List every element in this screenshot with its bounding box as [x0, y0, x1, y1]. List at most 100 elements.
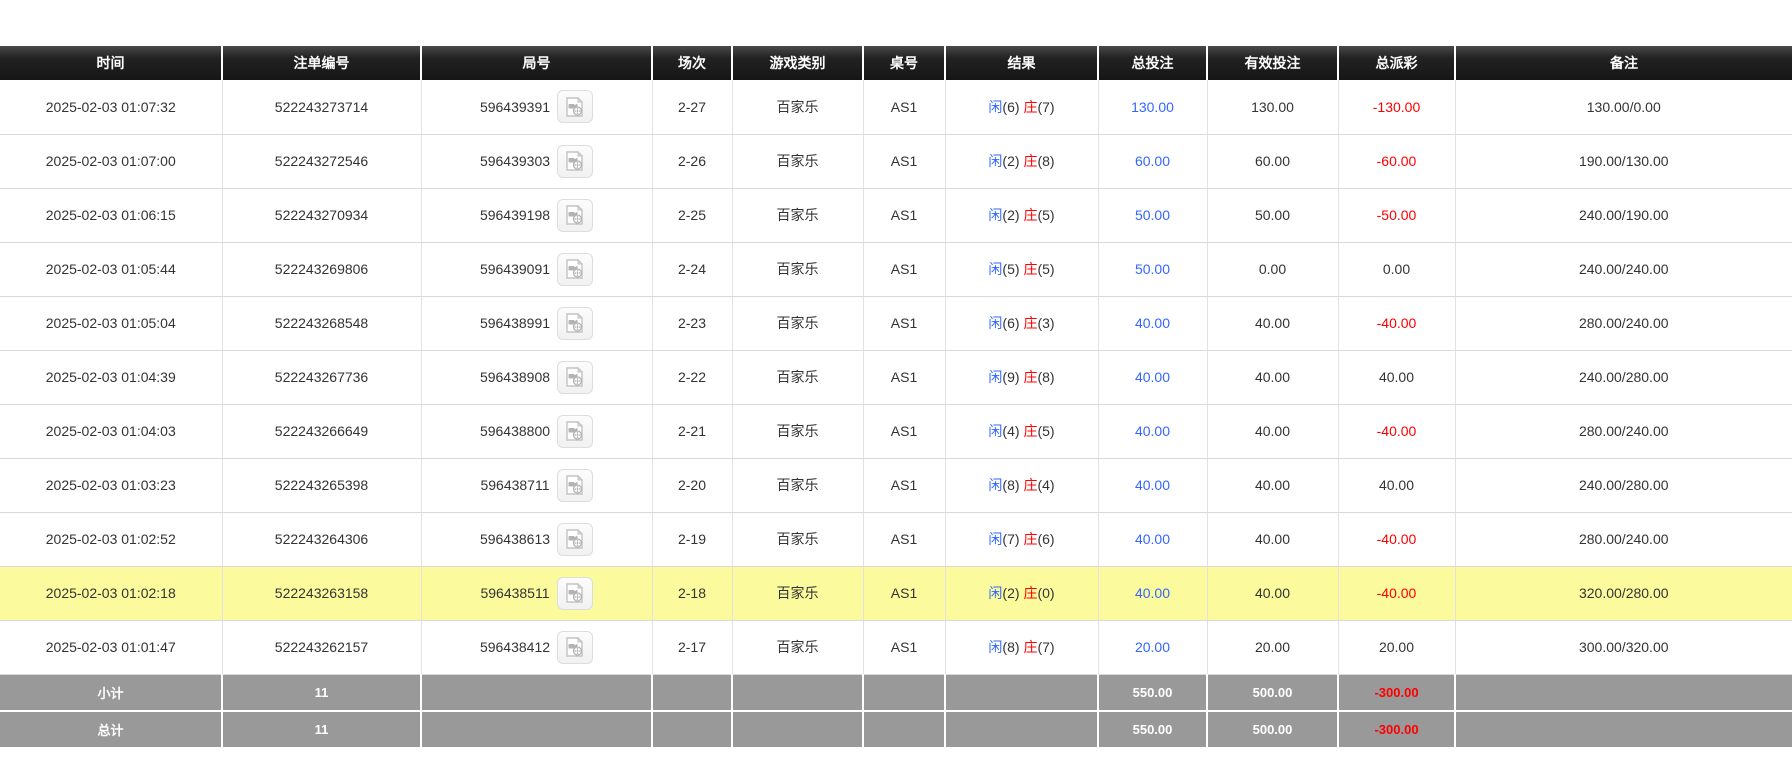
cell-time: 2025-02-03 01:03:23 [0, 458, 223, 513]
round-number: 596438511 [480, 585, 550, 601]
cell-valid-bet: 20.00 [1207, 620, 1339, 675]
table-row[interactable]: 2025-02-03 01:05:44 522243269806 596439091… [0, 242, 1792, 297]
cell-game-type: 百家乐 [732, 80, 864, 135]
total-bet-link[interactable]: 60.00 [1135, 153, 1170, 169]
table-row[interactable]: 2025-02-03 01:07:00 522243272546 596439303… [0, 134, 1792, 189]
round-number: 596439091 [479, 261, 551, 277]
cell-round: 596438908 [421, 350, 653, 405]
cell-game-type: 百家乐 [732, 512, 864, 567]
video-replay-button[interactable] [557, 144, 594, 178]
bet-records-table: 时间 注单编号 局号 场次 游戏类别 桌号 结果 总投注 有效投注 总派彩 备注 2025-02-0… [0, 46, 1792, 749]
video-replay-button[interactable] [557, 90, 594, 124]
cell-bet-id: 522243270934 [222, 188, 422, 243]
cell-round: 596438613 [421, 512, 653, 567]
cell-result: 闲(6) 庄(3) [945, 296, 1099, 351]
video-replay-button[interactable] [557, 414, 594, 448]
video-replay-button[interactable] [557, 252, 594, 286]
video-replay-icon [565, 475, 583, 495]
footer-payout: -300.00 [1338, 711, 1456, 749]
footer-valid-bet: 500.00 [1207, 674, 1339, 712]
total-bet-link[interactable]: 40.00 [1135, 477, 1170, 493]
cell-valid-bet: 40.00 [1207, 350, 1339, 405]
round-wrap: 596439303 [426, 144, 648, 178]
cell-game-type: 百家乐 [732, 620, 864, 675]
cell-session: 2-19 [652, 512, 733, 567]
column-header-game_type: 游戏类别 [732, 46, 864, 80]
cell-valid-bet: 40.00 [1207, 404, 1339, 459]
footer-empty-game-type [732, 711, 864, 749]
cell-result: 闲(6) 庄(7) [945, 80, 1099, 135]
result-banker-label: 庄 [1023, 639, 1038, 655]
cell-payout: -40.00 [1338, 296, 1456, 351]
cell-bet-id: 522243265398 [222, 458, 422, 513]
table-row[interactable]: 2025-02-03 01:01:47 522243262157 596438412… [0, 620, 1792, 675]
cell-remark: 240.00/240.00 [1455, 242, 1792, 297]
cell-result: 闲(7) 庄(6) [945, 512, 1099, 567]
table-row[interactable]: 2025-02-03 01:06:15 522243270934 596439198… [0, 188, 1792, 243]
footer-count: 11 [222, 674, 422, 712]
table-row[interactable]: 2025-02-03 01:05:04 522243268548 596438991… [0, 296, 1792, 351]
video-replay-button[interactable] [557, 630, 594, 664]
cell-payout: -40.00 [1338, 512, 1456, 567]
total-bet-link[interactable]: 40.00 [1135, 585, 1170, 601]
table-row[interactable]: 2025-02-03 01:02:18 522243263158 596438511… [0, 566, 1792, 621]
round-number: 596438800 [479, 423, 551, 439]
video-replay-button[interactable] [557, 306, 594, 340]
total-bet-link[interactable]: 40.00 [1135, 531, 1170, 547]
cell-result: 闲(2) 庄(0) [945, 566, 1099, 621]
result-banker-label: 庄 [1023, 369, 1038, 385]
cell-payout: -40.00 [1338, 566, 1456, 621]
cell-remark: 280.00/240.00 [1455, 512, 1792, 567]
total-bet-link[interactable]: 40.00 [1135, 315, 1170, 331]
table-row[interactable]: 2025-02-03 01:04:39 522243267736 596438908… [0, 350, 1792, 405]
result-banker-label: 庄 [1023, 585, 1038, 601]
cell-round: 596439091 [421, 242, 653, 297]
cell-bet-id: 522243272546 [222, 134, 422, 189]
cell-table-no: AS1 [863, 512, 946, 567]
round-wrap: 596438800 [426, 414, 648, 448]
cell-remark: 240.00/280.00 [1455, 350, 1792, 405]
round-wrap: 596439391 [426, 90, 648, 124]
table-row[interactable]: 2025-02-03 01:07:32 522243273714 596439391… [0, 80, 1792, 135]
table-row[interactable]: 2025-02-03 01:03:23 522243265398 596438711… [0, 458, 1792, 513]
cell-result: 闲(4) 庄(5) [945, 404, 1099, 459]
table-row[interactable]: 2025-02-03 01:04:03 522243266649 596438800… [0, 404, 1792, 459]
cell-game-type: 百家乐 [732, 134, 864, 189]
cell-valid-bet: 0.00 [1207, 242, 1339, 297]
round-wrap: 596439091 [426, 252, 648, 286]
video-replay-button[interactable] [557, 198, 594, 232]
footer-total-bet: 550.00 [1098, 674, 1208, 712]
cell-result: 闲(9) 庄(8) [945, 350, 1099, 405]
column-header-session: 场次 [652, 46, 733, 80]
cell-round: 596439303 [421, 134, 653, 189]
video-replay-button[interactable] [556, 468, 593, 502]
total-bet-link[interactable]: 50.00 [1135, 261, 1170, 277]
table-row[interactable]: 2025-02-03 01:02:52 522243264306 596438613… [0, 512, 1792, 567]
footer-empty-result [945, 674, 1099, 712]
cell-game-type: 百家乐 [732, 296, 864, 351]
round-wrap: 596439198 [426, 198, 648, 232]
result-banker-label: 庄 [1023, 98, 1038, 115]
cell-payout: -60.00 [1338, 134, 1456, 189]
result-player-label: 闲 [988, 585, 1003, 601]
video-replay-button[interactable] [557, 522, 594, 556]
result-player-label: 闲 [988, 423, 1003, 439]
cell-time: 2025-02-03 01:02:18 [0, 566, 223, 621]
footer-remark [1455, 674, 1792, 712]
result-player-points: (6) [1002, 98, 1020, 115]
total-bet-link[interactable]: 130.00 [1131, 99, 1174, 115]
total-bet-link[interactable]: 20.00 [1135, 639, 1170, 655]
video-replay-button[interactable] [557, 360, 594, 394]
result-player-points: (6) [1002, 315, 1020, 331]
round-number: 596439391 [479, 98, 551, 115]
cell-time: 2025-02-03 01:07:32 [0, 80, 223, 135]
total-bet-link[interactable]: 50.00 [1135, 207, 1170, 223]
total-bet-link[interactable]: 40.00 [1135, 369, 1170, 385]
cell-game-type: 百家乐 [732, 404, 864, 459]
total-bet-link[interactable]: 40.00 [1135, 423, 1170, 439]
video-replay-button[interactable] [556, 576, 593, 610]
cell-bet-id: 522243267736 [222, 350, 422, 405]
cell-time: 2025-02-03 01:04:39 [0, 350, 223, 405]
result-player-label: 闲 [988, 639, 1003, 655]
video-replay-icon [566, 205, 584, 225]
